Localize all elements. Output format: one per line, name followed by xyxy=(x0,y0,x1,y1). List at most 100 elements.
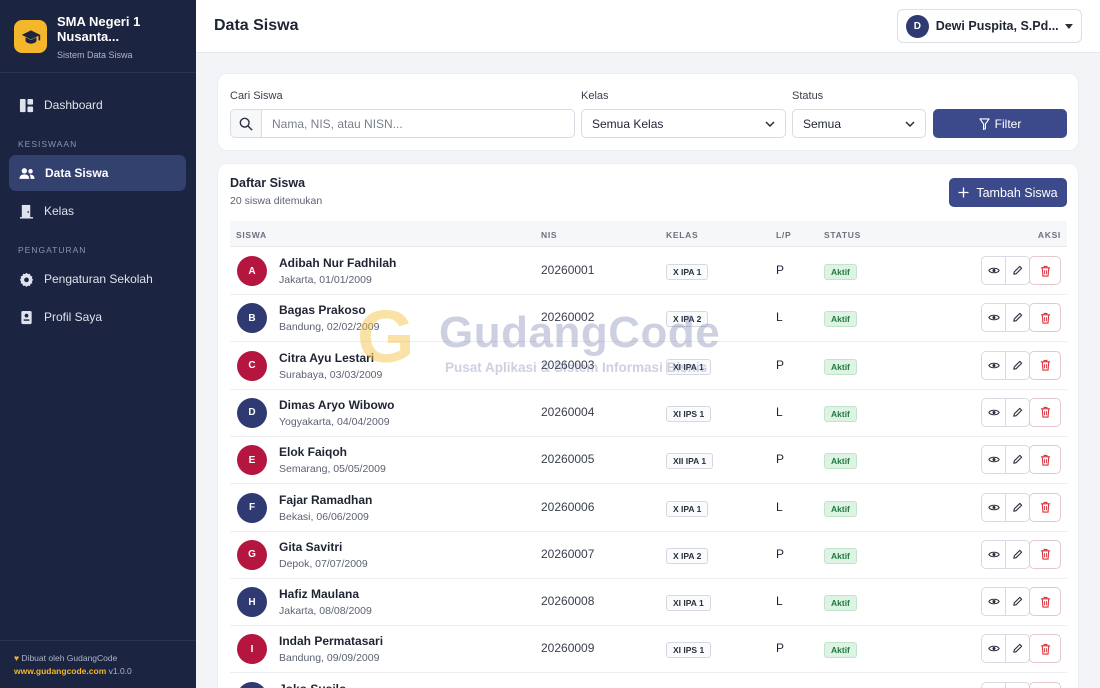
status-badge: Aktif xyxy=(824,547,857,564)
add-student-button[interactable]: Tambah Siswa xyxy=(949,178,1067,207)
trash-icon xyxy=(1040,312,1050,324)
edit-button[interactable] xyxy=(1005,397,1030,427)
status-select[interactable]: Semua xyxy=(792,109,926,138)
sidebar-item-pengaturan-sekolah[interactable]: Pengaturan Sekolah xyxy=(9,261,186,297)
class-badge: XII IPA 1 xyxy=(666,453,714,470)
student-avatar: G xyxy=(237,539,267,570)
delete-button[interactable] xyxy=(1029,303,1061,333)
table-row: E Elok Faiqoh Semarang, 05/05/2009 20260005… xyxy=(230,437,1067,485)
delete-button[interactable] xyxy=(1029,397,1061,427)
kelas-select[interactable]: Semua Kelas xyxy=(581,109,786,138)
view-button[interactable] xyxy=(981,539,1006,569)
student-gender: P xyxy=(776,641,785,656)
user-name: Dewi Puspita, S.Pd... xyxy=(935,19,1059,33)
column-header-siswa[interactable]: SISWA xyxy=(236,230,267,240)
search-field[interactable] xyxy=(230,109,575,138)
view-button[interactable] xyxy=(981,587,1006,617)
delete-button[interactable] xyxy=(1029,445,1061,475)
view-button[interactable] xyxy=(981,303,1006,333)
app-subtitle: Sistem Data Siswa xyxy=(57,50,133,60)
edit-button[interactable] xyxy=(1005,681,1030,688)
delete-button[interactable] xyxy=(1029,634,1061,664)
kelas-select-value: Semua Kelas xyxy=(592,116,664,131)
user-avatar: D xyxy=(906,14,929,38)
view-button[interactable] xyxy=(981,256,1006,285)
view-button[interactable] xyxy=(981,350,1006,380)
search-icon xyxy=(231,110,262,137)
search-label: Cari Siswa xyxy=(230,90,283,102)
view-button[interactable] xyxy=(981,445,1006,475)
user-menu-dropdown[interactable]: D Dewi Puspita, S.Pd... xyxy=(897,9,1082,43)
status-select-value: Semua xyxy=(803,116,842,131)
view-button[interactable] xyxy=(981,634,1006,664)
delete-button[interactable] xyxy=(1029,256,1061,285)
class-badge: X IPA 1 xyxy=(666,264,709,280)
student-list-card: Daftar Siswa 20 siswa ditemukan Tambah S… xyxy=(217,163,1079,688)
delete-button[interactable] xyxy=(1029,350,1061,380)
footer-credit: Dibuat oleh GudangCode xyxy=(21,653,118,663)
sidebar-item-dashboard[interactable]: Dashboard xyxy=(9,87,186,123)
sidebar-item-data-siswa[interactable]: Data Siswa xyxy=(9,155,186,191)
delete-button[interactable] xyxy=(1029,587,1061,617)
pencil-icon xyxy=(1013,644,1023,654)
edit-button[interactable] xyxy=(1005,587,1030,617)
search-input[interactable] xyxy=(262,110,574,137)
edit-button[interactable] xyxy=(1005,303,1030,333)
edit-button[interactable] xyxy=(1005,492,1030,522)
status-badge: Aktif xyxy=(824,642,857,659)
student-avatar: E xyxy=(237,445,267,476)
student-birth: Bandung, 09/09/2009 xyxy=(279,652,380,665)
eye-icon xyxy=(987,409,1000,416)
edit-button[interactable] xyxy=(1005,445,1030,475)
student-avatar: D xyxy=(237,397,267,428)
footer-url-link[interactable]: www.gudangcode.com xyxy=(14,666,106,676)
gear-icon xyxy=(19,272,34,287)
sidebar-item-profil-saya[interactable]: Profil Saya xyxy=(9,299,186,335)
edit-button[interactable] xyxy=(1005,634,1030,664)
brand[interactable]: SMA Negeri 1 Nusanta... Sistem Data Sisw… xyxy=(14,14,189,60)
view-button[interactable] xyxy=(981,397,1006,427)
pencil-icon xyxy=(1013,313,1023,323)
sidebar-divider xyxy=(0,72,196,73)
status-badge: Aktif xyxy=(824,595,857,612)
edit-button[interactable] xyxy=(1005,256,1030,285)
dashboard-icon xyxy=(19,98,34,112)
student-nis: 20260008 xyxy=(541,594,595,609)
class-badge: X IPA 2 xyxy=(666,547,709,564)
footer-version: v1.0.0 xyxy=(108,666,132,676)
status-badge: Aktif xyxy=(824,264,857,280)
school-name: SMA Negeri 1 Nusanta... xyxy=(57,14,141,44)
column-header-aksi: AKSI xyxy=(1037,230,1061,240)
student-name: Dimas Aryo Wibowo xyxy=(279,397,395,412)
student-birth: Jakarta, 08/08/2009 xyxy=(279,605,372,618)
status-label: Status xyxy=(792,90,824,102)
chevron-down-icon xyxy=(905,120,915,127)
table-row: J Joko Susilo xyxy=(230,674,1067,688)
column-header-lp[interactable]: L/P xyxy=(776,230,791,240)
column-header-nis[interactable]: NIS xyxy=(541,230,557,240)
status-badge: Aktif xyxy=(824,453,857,470)
student-gender: P xyxy=(776,263,785,277)
edit-button[interactable] xyxy=(1005,350,1030,380)
eye-icon xyxy=(987,314,1000,321)
kelas-label: Kelas xyxy=(581,90,609,102)
delete-button[interactable] xyxy=(1029,681,1061,688)
filter-button[interactable]: Filter xyxy=(933,109,1067,138)
student-name: Hafiz Maulana xyxy=(279,587,360,602)
edit-button[interactable] xyxy=(1005,539,1030,569)
view-button[interactable] xyxy=(981,492,1006,522)
sidebar-section-kesiswaan: KESISWAAN xyxy=(18,139,78,149)
student-gender: P xyxy=(776,452,785,467)
delete-button[interactable] xyxy=(1029,539,1061,569)
sidebar-item-label: Profil Saya xyxy=(44,310,103,324)
student-name: Fajar Ramadhan xyxy=(279,492,373,507)
student-name: Indah Permatasari xyxy=(279,634,384,649)
view-button[interactable] xyxy=(981,681,1006,688)
column-header-kelas[interactable]: KELAS xyxy=(666,230,698,240)
column-header-status[interactable]: STATUS xyxy=(824,230,861,240)
student-avatar: F xyxy=(237,492,267,523)
student-name: Joko Susilo xyxy=(279,682,346,688)
sidebar-item-kelas[interactable]: Kelas xyxy=(9,193,186,229)
student-gender: L xyxy=(776,499,783,514)
delete-button[interactable] xyxy=(1029,492,1061,522)
